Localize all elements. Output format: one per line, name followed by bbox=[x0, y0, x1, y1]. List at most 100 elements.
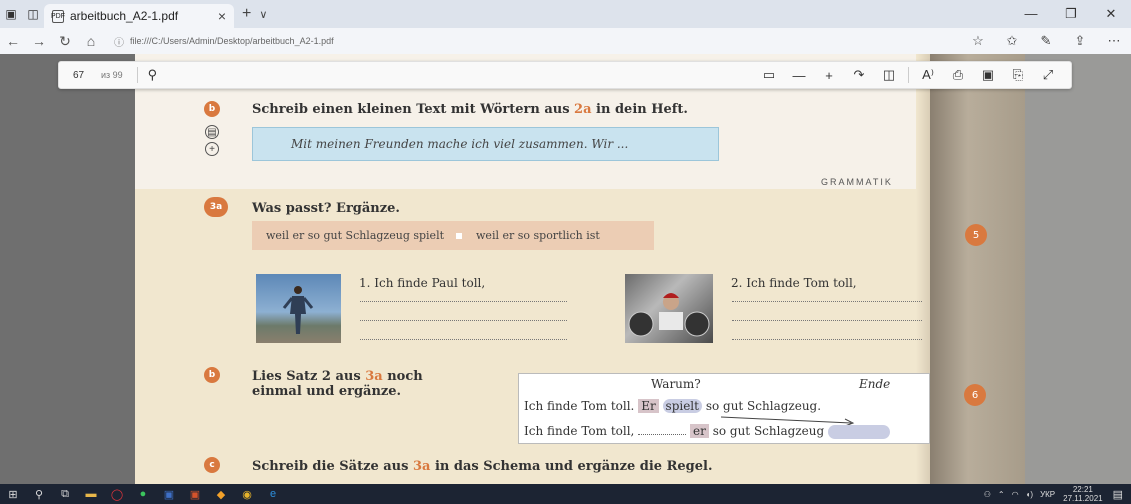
file-explorer-icon[interactable]: ▬ bbox=[78, 484, 104, 504]
forward-icon[interactable]: → bbox=[26, 33, 52, 49]
pdf-page: b Schreib einen kleinen Text mit Wörtern… bbox=[135, 54, 930, 484]
opera-icon[interactable]: ◯ bbox=[104, 484, 130, 504]
more-icon[interactable]: ⋯ bbox=[1097, 33, 1131, 49]
plus-icon: + bbox=[205, 142, 219, 156]
clock[interactable]: 22:21 27.11.2021 bbox=[1063, 485, 1102, 503]
maximize-icon[interactable]: ❐ bbox=[1051, 6, 1091, 22]
pdf-toolbar: 67 из 99 ⚲ ▭ — + ↷ ◫ A⁾ ⎙ ▣ ⎘ ⤢ bbox=[58, 61, 1072, 89]
pdf-file-icon: PDF bbox=[51, 9, 65, 23]
fullscreen-icon[interactable]: ⤢ bbox=[1033, 67, 1063, 83]
page-total: из 99 bbox=[101, 70, 123, 80]
minimize-icon[interactable]: — bbox=[1011, 6, 1051, 22]
exercise-badge-2b: b bbox=[204, 101, 220, 117]
task-view-icon[interactable]: ⧉ bbox=[52, 484, 78, 504]
exercise-3b-heading: Lies Satz 2 aus 3a noch einmal und ergän… bbox=[252, 369, 423, 399]
table-header-warum: Warum? bbox=[651, 377, 701, 391]
save-as-icon[interactable]: ⎘ bbox=[1003, 67, 1033, 83]
whatsapp-icon[interactable]: ● bbox=[130, 484, 156, 504]
read-aloud-icon[interactable]: A⁾ bbox=[913, 67, 943, 83]
photo-paul bbox=[256, 274, 341, 343]
table-row-2: Ich finde Tom toll, er so gut Schlagzeug bbox=[524, 424, 890, 439]
favorites-list-icon[interactable]: ✩ bbox=[995, 33, 1029, 49]
word-bank: weil er so gut Schlagzeug spielt weil er… bbox=[252, 221, 654, 250]
exercise-2b-heading: Schreib einen kleinen Text mit Wörtern a… bbox=[252, 102, 688, 117]
blank-field[interactable] bbox=[638, 434, 687, 435]
exercise-badge-3a: 3a bbox=[204, 197, 228, 217]
example-box: Mit meinen Freunden mache ich viel zusam… bbox=[252, 127, 719, 161]
exercise-badge-3c: c bbox=[204, 457, 220, 473]
blank-verb-field[interactable] bbox=[827, 424, 890, 439]
address-bar: ← → ↻ ⌂ ⓘ file:///C:/Users/Admin/Desktop… bbox=[0, 28, 1131, 54]
tab-actions-icon[interactable]: ▣ bbox=[0, 0, 22, 28]
answer-line[interactable] bbox=[360, 339, 567, 340]
pen-icon[interactable]: ✎ bbox=[1029, 33, 1063, 49]
viewer-background-left bbox=[0, 54, 135, 484]
taskbar: ⊞ ⚲ ⧉ ▬ ◯ ● ▣ ▣ ◆ ◉ e ⚇ ⌃ ◠ ◖) УКР 22:21… bbox=[0, 484, 1131, 504]
answer-line[interactable] bbox=[732, 320, 922, 321]
exercise-badge-3b: b bbox=[204, 367, 220, 383]
zoom-out-icon[interactable]: — bbox=[784, 68, 814, 83]
edge-icon[interactable]: e bbox=[260, 484, 286, 504]
answer-line[interactable] bbox=[732, 339, 922, 340]
drummer-figure-icon bbox=[628, 293, 710, 337]
tab-bar: ▣ ◫ PDF arbeitbuch_A2-1.pdf × + ∨ — ❐ ✕ bbox=[0, 0, 1131, 28]
exercise-3c-heading: Schreib die Sätze aus 3a in das Schema u… bbox=[252, 459, 713, 474]
tab-title: arbeitbuch_A2-1.pdf bbox=[70, 9, 179, 23]
share-icon[interactable]: ⇪ bbox=[1063, 33, 1097, 49]
app-icon[interactable]: ◆ bbox=[208, 484, 234, 504]
next-page-edge bbox=[930, 54, 1025, 484]
schema-table: Warum? Ende Ich finde Tom toll. Er spiel… bbox=[518, 373, 930, 444]
notebook-icon: ▤ bbox=[205, 125, 219, 139]
page-number-input[interactable]: 67 bbox=[73, 70, 97, 81]
people-icon[interactable]: ⚇ bbox=[984, 490, 991, 499]
new-tab-icon[interactable]: + bbox=[242, 5, 251, 23]
next-page-strip: 5 6 bbox=[930, 54, 1131, 484]
print-icon[interactable]: ⎙ bbox=[943, 67, 973, 83]
save-icon[interactable]: ▣ bbox=[973, 67, 1003, 83]
volume-icon[interactable]: ◖) bbox=[1026, 490, 1034, 499]
close-tab-icon[interactable]: × bbox=[218, 8, 226, 24]
back-icon[interactable]: ← bbox=[0, 33, 26, 49]
person-figure-icon bbox=[282, 286, 314, 334]
example-text: Mit meinen Freunden mache ich viel zusam… bbox=[291, 137, 629, 151]
section-label: GRAMMATIK bbox=[821, 177, 893, 187]
table-header-ende: Ende bbox=[859, 377, 891, 391]
zoom-in-icon[interactable]: + bbox=[814, 68, 844, 83]
keyboard-language[interactable]: УКР bbox=[1040, 490, 1055, 499]
answer-line[interactable] bbox=[732, 301, 922, 302]
notifications-icon[interactable]: ▤ bbox=[1113, 488, 1123, 501]
answer-line[interactable] bbox=[360, 301, 567, 302]
home-icon[interactable]: ⌂ bbox=[78, 33, 104, 49]
answer-line[interactable] bbox=[360, 320, 567, 321]
sentence-1: 1. Ich finde Paul toll, bbox=[359, 276, 486, 290]
rotate-icon[interactable]: ↷ bbox=[844, 67, 874, 83]
favorite-star-icon[interactable]: ☆ bbox=[961, 33, 995, 49]
windows-start-icon[interactable]: ⊞ bbox=[0, 484, 26, 504]
close-window-icon[interactable]: ✕ bbox=[1091, 6, 1131, 22]
search-icon[interactable]: ⚲ bbox=[148, 67, 158, 83]
side-badge-6: 6 bbox=[964, 384, 986, 406]
side-badge-5: 5 bbox=[965, 224, 987, 246]
tabs-aside-icon[interactable]: ◫ bbox=[22, 0, 44, 28]
table-row-1: Ich finde Tom toll. Er spielt so gut Sch… bbox=[524, 399, 822, 413]
photo-tom bbox=[625, 274, 713, 343]
wifi-icon[interactable]: ◠ bbox=[1012, 490, 1019, 499]
exercise-3a-heading: Was passt? Ergänze. bbox=[252, 201, 400, 216]
tray-chevron-icon[interactable]: ⌃ bbox=[998, 490, 1005, 499]
sentence-2: 2. Ich finde Tom toll, bbox=[731, 276, 857, 290]
search-icon[interactable]: ⚲ bbox=[26, 484, 52, 504]
page-view-icon[interactable]: ◫ bbox=[874, 67, 904, 83]
refresh-icon[interactable]: ↻ bbox=[52, 33, 78, 50]
word-option-1: weil er so gut Schlagzeug spielt bbox=[266, 229, 445, 242]
word-icon[interactable]: ▣ bbox=[156, 484, 182, 504]
option-separator bbox=[456, 232, 463, 239]
chevron-down-icon[interactable]: ∨ bbox=[259, 8, 267, 21]
powerpoint-icon[interactable]: ▣ bbox=[182, 484, 208, 504]
url-field[interactable]: ⓘ file:///C:/Users/Admin/Desktop/arbeitb… bbox=[114, 34, 961, 49]
word-option-2: weil er so sportlich ist bbox=[476, 229, 600, 242]
clock-date: 27.11.2021 bbox=[1063, 494, 1103, 503]
fit-page-icon[interactable]: ▭ bbox=[754, 67, 784, 83]
browser-tab[interactable]: PDF arbeitbuch_A2-1.pdf × bbox=[44, 4, 234, 28]
chrome-icon[interactable]: ◉ bbox=[234, 484, 260, 504]
clock-time: 22:21 bbox=[1072, 485, 1093, 494]
